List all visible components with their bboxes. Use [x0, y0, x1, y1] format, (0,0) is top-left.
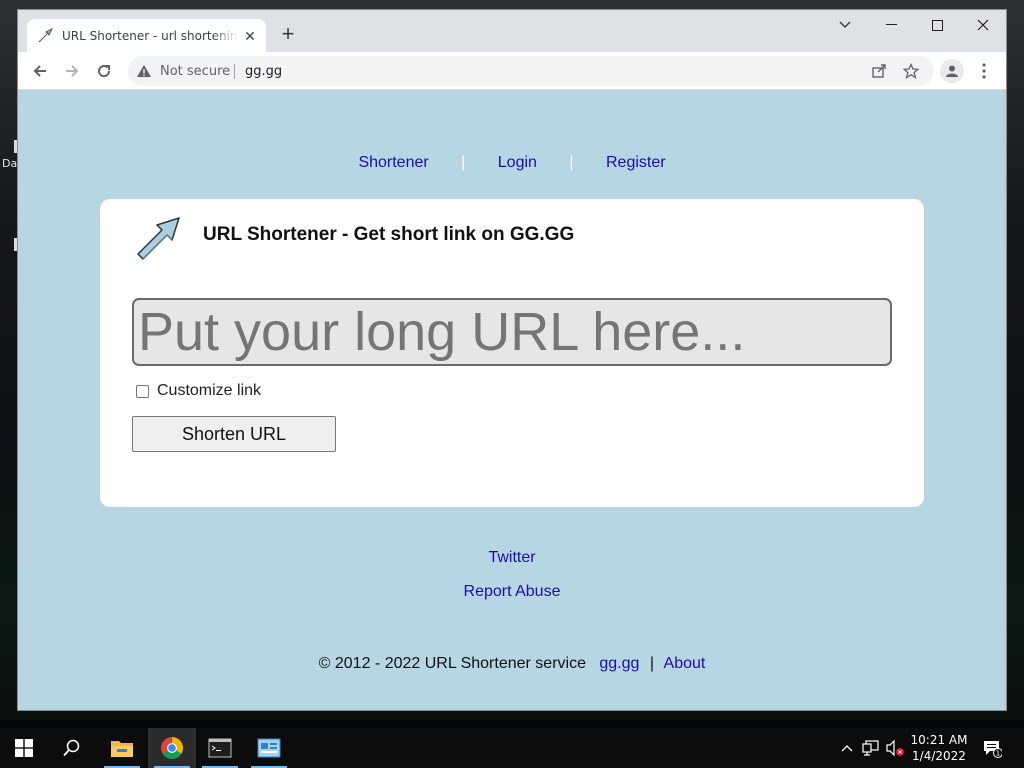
desktop-icon-label[interactable]: Da — [2, 157, 17, 170]
system-clock[interactable]: 10:21 AM 1/4/2022 — [905, 732, 973, 764]
card-title: URL Shortener - Get short link on GG.GG — [203, 224, 575, 245]
clock-date: 1/4/2022 — [912, 749, 966, 763]
new-tab-icon[interactable]: + — [276, 22, 300, 46]
terminal-icon[interactable] — [196, 728, 244, 768]
long-url-input[interactable] — [132, 298, 892, 366]
tab-close-icon[interactable]: ✕ — [242, 28, 258, 44]
address-bar[interactable]: Not secure gg.gg — [128, 56, 934, 86]
twitter-link[interactable]: Twitter — [488, 549, 535, 566]
shortener-card: URL Shortener - Get short link on GG.GG … — [100, 199, 924, 507]
browser-tab[interactable]: URL Shortener - url shortening service ✕ — [27, 19, 266, 52]
nav-separator: | — [461, 154, 466, 171]
scrollbar[interactable] — [1004, 90, 1006, 710]
customize-link-option[interactable]: Customize link — [136, 382, 261, 400]
twitter-link-row: Twitter — [18, 549, 1006, 567]
show-hidden-icons-icon[interactable] — [837, 738, 857, 758]
arrow-logo-icon — [132, 214, 182, 262]
network-icon[interactable] — [861, 738, 881, 758]
report-abuse-link[interactable]: Report Abuse — [464, 583, 561, 600]
control-panel-icon[interactable] — [245, 728, 293, 768]
start-icon[interactable] — [0, 728, 48, 768]
nav-shortener-link[interactable]: Shortener — [358, 154, 428, 171]
shorten-url-button[interactable]: Shorten URL — [132, 416, 336, 452]
address-separator — [234, 64, 235, 79]
notification-count: 1 — [996, 750, 1000, 758]
forward-icon[interactable] — [58, 57, 86, 85]
page-content: Shortener | Login | Register URL Shorten… — [18, 90, 1006, 710]
browser-menu-icon[interactable] — [976, 59, 992, 83]
site-link[interactable]: gg.gg — [599, 655, 639, 672]
nav-login-link[interactable]: Login — [498, 154, 537, 171]
browser-window: URL Shortener - url shortening service ✕… — [18, 10, 1006, 710]
chrome-icon[interactable] — [148, 728, 196, 768]
desktop-icon-fragment — [14, 140, 17, 153]
nav-separator: | — [569, 154, 574, 171]
copyright-text: © 2012 - 2022 URL Shortener service — [318, 655, 586, 672]
back-icon[interactable] — [26, 57, 54, 85]
copyright-footer: © 2012 - 2022 URL Shortener service gg.g… — [18, 655, 1006, 673]
tab-title: URL Shortener - url shortening service — [62, 28, 238, 43]
footer-separator: | — [649, 655, 654, 672]
browser-toolbar: Not secure gg.gg — [18, 52, 1006, 90]
report-abuse-link-row: Report Abuse — [18, 583, 1006, 601]
volume-muted-icon[interactable] — [885, 738, 905, 758]
about-link[interactable]: About — [664, 655, 706, 672]
maximize-icon[interactable] — [914, 10, 960, 40]
search-icon[interactable] — [48, 728, 96, 768]
clock-time: 10:21 AM — [910, 733, 968, 747]
reload-icon[interactable] — [90, 57, 118, 85]
title-bar: URL Shortener - url shortening service ✕… — [18, 10, 1006, 52]
warning-icon[interactable] — [136, 63, 152, 79]
favicon-icon — [37, 27, 53, 44]
minimize-icon[interactable] — [868, 10, 914, 40]
share-icon[interactable] — [870, 62, 888, 80]
customize-link-checkbox[interactable] — [136, 384, 149, 398]
profile-avatar-icon[interactable] — [940, 59, 964, 83]
close-window-icon[interactable] — [960, 10, 1006, 40]
customize-link-label[interactable]: Customize link — [157, 382, 261, 400]
address-url[interactable]: gg.gg — [245, 64, 282, 79]
taskbar: 10:21 AM 1/4/2022 1 — [0, 728, 1024, 768]
top-navigation: Shortener | Login | Register — [18, 154, 1006, 172]
bookmark-star-icon[interactable] — [902, 62, 920, 80]
file-explorer-icon[interactable] — [98, 728, 146, 768]
nav-register-link[interactable]: Register — [606, 154, 666, 171]
desktop-icon-fragment — [14, 238, 17, 251]
tab-search-icon[interactable] — [822, 10, 868, 40]
security-status[interactable]: Not secure — [160, 64, 230, 79]
notifications-icon[interactable]: 1 — [982, 738, 1002, 758]
